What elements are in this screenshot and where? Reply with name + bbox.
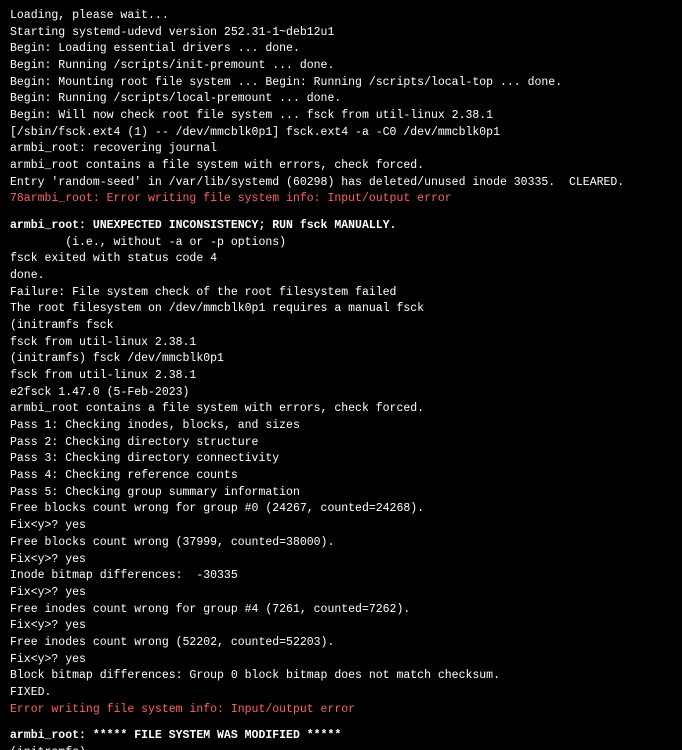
terminal-line: fsck from util-linux 2.38.1 bbox=[10, 335, 672, 352]
terminal-line: Pass 2: Checking directory structure bbox=[10, 435, 672, 452]
terminal-line: Begin: Running /scripts/local-premount .… bbox=[10, 91, 672, 108]
terminal-line: Fix<y>? yes bbox=[10, 518, 672, 535]
terminal-line: Free blocks count wrong (37999, counted=… bbox=[10, 535, 672, 552]
terminal-line: armbi_root contains a file system with e… bbox=[10, 158, 672, 175]
terminal-line bbox=[10, 718, 672, 728]
terminal-line: Pass 1: Checking inodes, blocks, and siz… bbox=[10, 418, 672, 435]
terminal-line: Free blocks count wrong for group #0 (24… bbox=[10, 501, 672, 518]
terminal-line: Fix<y>? yes bbox=[10, 652, 672, 669]
terminal-line: armbi_root: UNEXPECTED INCONSISTENCY; RU… bbox=[10, 218, 672, 235]
terminal-line: armbi_root: recovering journal bbox=[10, 141, 672, 158]
terminal-screen: Loading, please wait...Starting systemd-… bbox=[0, 0, 682, 750]
terminal-line: (initramfs fsck bbox=[10, 318, 672, 335]
terminal-line: Free inodes count wrong for group #4 (72… bbox=[10, 602, 672, 619]
terminal-line: Fix<y>? yes bbox=[10, 552, 672, 569]
terminal-line: Begin: Running /scripts/init-premount ..… bbox=[10, 58, 672, 75]
terminal-line: e2fsck 1.47.0 (5-Feb-2023) bbox=[10, 385, 672, 402]
terminal-line: Inode bitmap differences: -30335 bbox=[10, 568, 672, 585]
terminal-line: Fix<y>? yes bbox=[10, 618, 672, 635]
terminal-line: Pass 4: Checking reference counts bbox=[10, 468, 672, 485]
terminal-line: [/sbin/fsck.ext4 (1) -- /dev/mmcblk0p1] … bbox=[10, 125, 672, 142]
terminal-line: (initramfs) fsck /dev/mmcblk0p1 bbox=[10, 351, 672, 368]
terminal-line bbox=[10, 208, 672, 218]
terminal-line: fsck exited with status code 4 bbox=[10, 251, 672, 268]
terminal-line: Free inodes count wrong (52202, counted=… bbox=[10, 635, 672, 652]
terminal-line: Failure: File system check of the root f… bbox=[10, 285, 672, 302]
terminal-line: Pass 5: Checking group summary informati… bbox=[10, 485, 672, 502]
terminal-line: armbi_root: ***** FILE SYSTEM WAS MODIFI… bbox=[10, 728, 672, 745]
terminal-line: armbi_root contains a file system with e… bbox=[10, 401, 672, 418]
terminal-line: Block bitmap differences: Group 0 block … bbox=[10, 668, 672, 685]
terminal-line: Begin: Loading essential drivers ... don… bbox=[10, 41, 672, 58]
terminal-line: fsck from util-linux 2.38.1 bbox=[10, 368, 672, 385]
terminal-line: Starting systemd-udevd version 252.31-1~… bbox=[10, 25, 672, 42]
terminal-line: Begin: Mounting root file system ... Beg… bbox=[10, 75, 672, 92]
terminal-line: (i.e., without -a or -p options) bbox=[10, 235, 672, 252]
terminal-line: Error writing file system info: Input/ou… bbox=[10, 702, 672, 719]
terminal-line: (initramfs) bbox=[10, 745, 672, 750]
terminal-line: FIXED. bbox=[10, 685, 672, 702]
terminal-line: Pass 3: Checking directory connectivity bbox=[10, 451, 672, 468]
terminal-line: 78armbi_root: Error writing file system … bbox=[10, 191, 672, 208]
terminal-line: Fix<y>? yes bbox=[10, 585, 672, 602]
terminal-line: done. bbox=[10, 268, 672, 285]
terminal-line: The root filesystem on /dev/mmcblk0p1 re… bbox=[10, 301, 672, 318]
terminal-line: Loading, please wait... bbox=[10, 8, 672, 25]
terminal-line: Begin: Will now check root file system .… bbox=[10, 108, 672, 125]
terminal-line: Entry 'random-seed' in /var/lib/systemd … bbox=[10, 175, 672, 192]
